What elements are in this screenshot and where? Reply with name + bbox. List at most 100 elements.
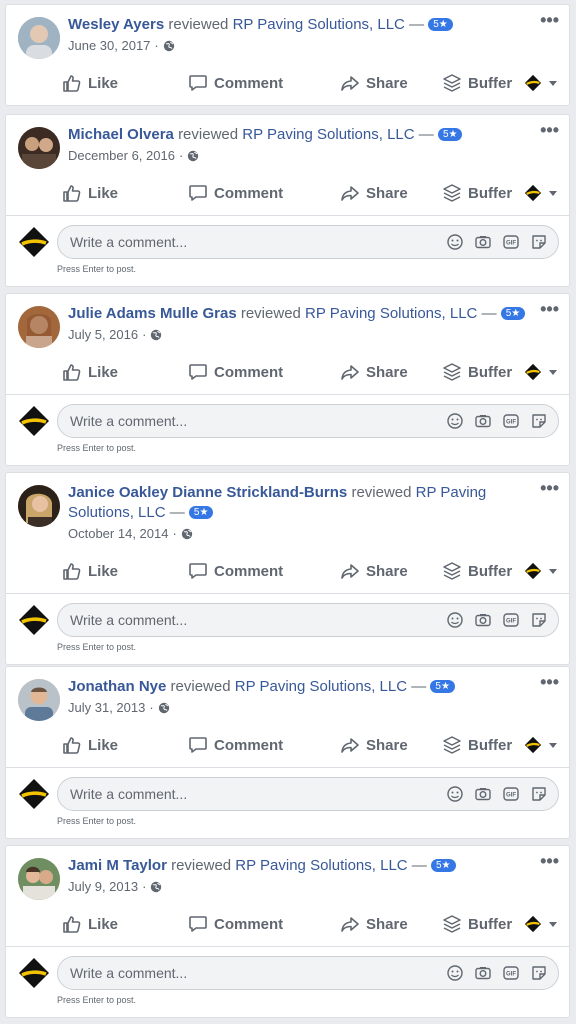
- gif-icon[interactable]: GIF: [502, 785, 520, 803]
- emoji-icon[interactable]: [446, 611, 464, 629]
- post-as-selector[interactable]: [524, 559, 558, 583]
- share-button[interactable]: Share: [340, 912, 408, 936]
- more-options-button[interactable]: •••: [540, 673, 559, 691]
- share-button[interactable]: Share: [340, 71, 408, 95]
- comment-field: GIF: [57, 603, 559, 637]
- page-link[interactable]: RP Paving Solutions, LLC: [235, 857, 407, 874]
- comment-icon: [189, 563, 207, 579]
- comment-button[interactable]: Comment: [188, 559, 283, 583]
- comment-button[interactable]: Comment: [188, 733, 283, 757]
- date-text[interactable]: December 6, 2016: [68, 148, 175, 163]
- page-logo-icon: [19, 406, 49, 436]
- avatar[interactable]: [18, 679, 60, 721]
- comment-input[interactable]: [70, 604, 410, 636]
- like-label: Like: [88, 184, 119, 202]
- comment-button[interactable]: Comment: [188, 912, 283, 936]
- comment-button[interactable]: Comment: [188, 71, 283, 95]
- camera-icon[interactable]: [474, 233, 492, 251]
- author-link[interactable]: Janice Oakley Dianne Strickland-Burns: [68, 484, 347, 501]
- camera-icon[interactable]: [474, 412, 492, 430]
- buffer-button[interactable]: Buffer: [442, 181, 512, 205]
- like-button[interactable]: Like: [62, 71, 118, 95]
- avatar[interactable]: [18, 17, 60, 59]
- avatar[interactable]: [18, 127, 60, 169]
- review-header: Jami M Taylor reviewed RP Paving Solutio…: [6, 846, 569, 904]
- comment-button[interactable]: Comment: [188, 360, 283, 384]
- share-button[interactable]: Share: [340, 559, 408, 583]
- sticker-icon[interactable]: [530, 611, 548, 629]
- like-button[interactable]: Like: [62, 912, 118, 936]
- comment-icon: [189, 364, 207, 380]
- sticker-icon[interactable]: [530, 964, 548, 982]
- like-button[interactable]: Like: [62, 559, 118, 583]
- page-link[interactable]: RP Paving Solutions, LLC: [233, 16, 405, 33]
- comment-tools: GIF: [446, 611, 548, 629]
- comment-input[interactable]: [70, 957, 410, 989]
- page-link[interactable]: RP Paving Solutions, LLC: [235, 678, 407, 695]
- buffer-stack-icon: [443, 915, 461, 933]
- camera-icon[interactable]: [474, 964, 492, 982]
- buffer-button[interactable]: Buffer: [442, 360, 512, 384]
- like-button[interactable]: Like: [62, 360, 118, 384]
- more-options-button[interactable]: •••: [540, 300, 559, 318]
- avatar[interactable]: [18, 306, 60, 348]
- comment-label: Comment: [214, 74, 284, 92]
- author-link[interactable]: Jonathan Nye: [68, 678, 166, 695]
- emoji-icon[interactable]: [446, 412, 464, 430]
- share-button[interactable]: Share: [340, 733, 408, 757]
- sticker-icon[interactable]: [530, 233, 548, 251]
- buffer-label: Buffer: [468, 915, 513, 933]
- more-options-button[interactable]: •••: [540, 11, 559, 29]
- comment-input[interactable]: [70, 405, 410, 437]
- gif-icon[interactable]: GIF: [502, 964, 520, 982]
- comment-input[interactable]: [70, 226, 410, 258]
- share-button[interactable]: Share: [340, 360, 408, 384]
- gif-icon[interactable]: GIF: [502, 611, 520, 629]
- more-options-button[interactable]: •••: [540, 479, 559, 497]
- comment-input[interactable]: [70, 778, 410, 810]
- post-as-selector[interactable]: [524, 360, 558, 384]
- camera-icon[interactable]: [474, 785, 492, 803]
- emoji-icon[interactable]: [446, 785, 464, 803]
- gif-icon[interactable]: GIF: [502, 233, 520, 251]
- more-options-button[interactable]: •••: [540, 121, 559, 139]
- buffer-button[interactable]: Buffer: [442, 912, 512, 936]
- share-label: Share: [366, 184, 408, 202]
- rating-badge: 5★: [428, 18, 453, 31]
- post-as-selector[interactable]: [524, 71, 558, 95]
- date-text[interactable]: July 5, 2016: [68, 327, 138, 342]
- emoji-icon[interactable]: [446, 964, 464, 982]
- avatar[interactable]: [18, 485, 60, 527]
- like-button[interactable]: Like: [62, 181, 118, 205]
- post-as-selector[interactable]: [524, 912, 558, 936]
- buffer-button[interactable]: Buffer: [442, 71, 512, 95]
- author-link[interactable]: Michael Olvera: [68, 126, 174, 143]
- comment-field: GIF: [57, 956, 559, 990]
- post-as-selector[interactable]: [524, 181, 558, 205]
- share-button[interactable]: Share: [340, 181, 408, 205]
- like-button[interactable]: Like: [62, 733, 118, 757]
- author-link[interactable]: Julie Adams Mulle Gras: [68, 305, 237, 322]
- press-enter-hint: Press Enter to post.: [57, 995, 137, 1005]
- date-text[interactable]: July 9, 2013: [68, 879, 138, 894]
- avatar[interactable]: [18, 858, 60, 900]
- gif-icon[interactable]: GIF: [502, 412, 520, 430]
- dash: —: [169, 504, 185, 521]
- date-text[interactable]: July 31, 2013: [68, 700, 145, 715]
- page-link[interactable]: RP Paving Solutions, LLC: [242, 126, 414, 143]
- buffer-button[interactable]: Buffer: [442, 559, 512, 583]
- more-options-button[interactable]: •••: [540, 852, 559, 870]
- camera-icon[interactable]: [474, 611, 492, 629]
- date-text[interactable]: June 30, 2017: [68, 38, 150, 53]
- buffer-button[interactable]: Buffer: [442, 733, 512, 757]
- caret-down-icon: [549, 81, 557, 86]
- author-link[interactable]: Wesley Ayers: [68, 16, 164, 33]
- page-link[interactable]: RP Paving Solutions, LLC: [305, 305, 477, 322]
- comment-button[interactable]: Comment: [188, 181, 283, 205]
- sticker-icon[interactable]: [530, 412, 548, 430]
- sticker-icon[interactable]: [530, 785, 548, 803]
- date-text[interactable]: October 14, 2014: [68, 526, 168, 541]
- emoji-icon[interactable]: [446, 233, 464, 251]
- author-link[interactable]: Jami M Taylor: [68, 857, 167, 874]
- post-as-selector[interactable]: [524, 733, 558, 757]
